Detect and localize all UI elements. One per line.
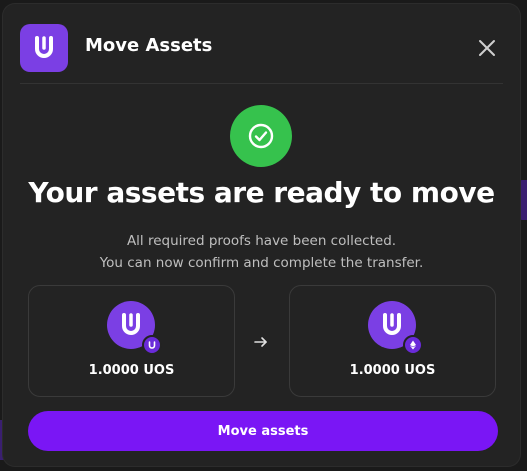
status-description-line-1: All required proofs have been collected. xyxy=(126,233,397,249)
dialog-title: Move Assets xyxy=(85,35,213,56)
source-amount: 1.0000 UOS xyxy=(88,363,175,378)
backdrop-accent-right xyxy=(519,180,527,220)
arrow-right-icon xyxy=(253,334,269,350)
check-circle-icon xyxy=(230,105,292,167)
ultra-network-badge-icon xyxy=(142,335,162,355)
ultra-logo-icon xyxy=(20,24,68,72)
status-headline: Your assets are ready to move xyxy=(28,176,495,209)
source-asset-card: 1.0000 UOS xyxy=(28,285,235,397)
close-icon[interactable] xyxy=(476,37,498,59)
ethereum-network-badge-icon xyxy=(403,335,423,355)
dialog-header: Move Assets xyxy=(3,4,520,84)
status-description: All required proofs have been collected.… xyxy=(3,230,520,274)
move-assets-dialog: Move Assets Your assets are ready to mov… xyxy=(3,4,520,466)
destination-asset-card: 1.0000 UOS xyxy=(289,285,496,397)
header-divider xyxy=(20,83,503,84)
destination-amount: 1.0000 UOS xyxy=(349,363,436,378)
move-assets-button[interactable]: Move assets xyxy=(28,411,498,451)
status-description-line-2: You can now confirm and complete the tra… xyxy=(99,255,424,271)
